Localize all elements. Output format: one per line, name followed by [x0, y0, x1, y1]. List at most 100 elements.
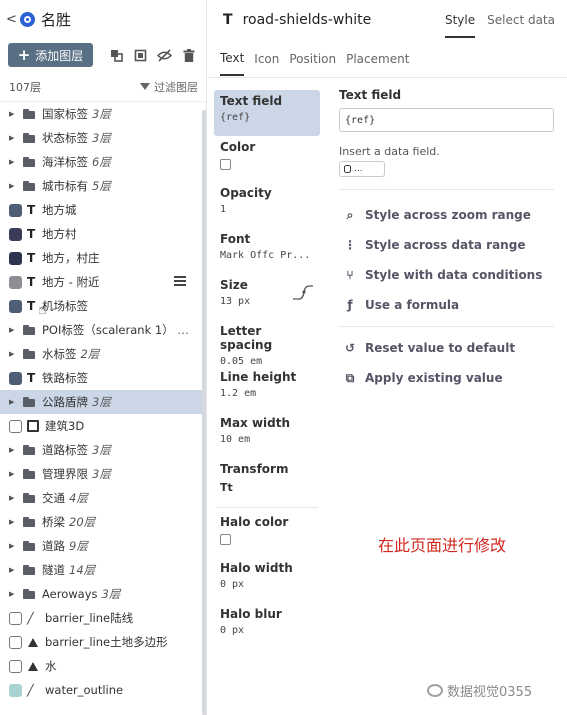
folder-icon [23, 325, 35, 335]
expand-caret-icon[interactable]: ▶ [9, 590, 19, 598]
prop-color[interactable]: Color [214, 136, 320, 182]
layer-row[interactable]: 建筑3D [0, 414, 206, 438]
layer-color-swatch[interactable] [9, 659, 22, 673]
layer-color-swatch[interactable] [9, 683, 22, 697]
layer-row[interactable]: T 地方城 [0, 198, 206, 222]
insert-data-field-button[interactable]: ... [339, 161, 385, 177]
layer-row[interactable]: T 地方，村庄 [0, 246, 206, 270]
layer-row[interactable]: ▶ Aeroways 3层 [0, 582, 206, 606]
duplicate-icon[interactable] [109, 48, 124, 63]
layer-row[interactable]: T 地方村 [0, 222, 206, 246]
halo-color-swatch[interactable] [220, 534, 231, 545]
layer-row[interactable]: T 机场标签 ☝ [0, 294, 206, 318]
tab-position[interactable]: Position [289, 52, 336, 66]
delete-icon[interactable] [181, 48, 196, 63]
layer-row[interactable]: ▶ 城市标有 5层 [0, 174, 206, 198]
layer-color-swatch[interactable] [9, 419, 22, 433]
expand-caret-icon[interactable]: ▶ [9, 398, 19, 406]
prop-transform[interactable]: Transform Tt [214, 458, 320, 504]
layer-row[interactable]: ▶ 海洋标签 6层 [0, 150, 206, 174]
layer-id[interactable]: road-shields-white [243, 12, 372, 28]
prop-line-height[interactable]: Line height 1.2 em [214, 366, 320, 412]
tab-text[interactable]: Text [220, 41, 245, 76]
prop-letter-spacing[interactable]: Letter spacing 0.05 em [214, 320, 320, 367]
prop-max-width[interactable]: Max width 10 em [214, 412, 320, 458]
prop-text-field[interactable]: Text field {ref} [214, 90, 320, 136]
layer-row[interactable]: ╱ barrier_line陆线 [0, 606, 206, 630]
layer-color-swatch[interactable] [9, 299, 22, 313]
prop-opacity[interactable]: Opacity 1 [214, 182, 320, 228]
layer-row[interactable]: ▶ 状态标签 3层 [0, 126, 206, 150]
prop-size[interactable]: Size 13 px [214, 274, 320, 320]
expand-caret-icon[interactable]: ▶ [9, 134, 19, 142]
filter-layers-button[interactable]: 过滤图层 [140, 79, 198, 95]
drag-handle-icon[interactable] [174, 276, 186, 286]
reset-default-button[interactable]: ↺ Reset value to default [339, 333, 554, 363]
style-name[interactable]: 名胜 [41, 9, 71, 30]
layer-row[interactable]: ▶ 管理界限 3层 [0, 462, 206, 486]
add-layer-label: 添加图层 [35, 48, 84, 63]
expand-caret-icon[interactable]: ▶ [9, 470, 19, 478]
filter-label: 过滤图层 [154, 80, 198, 94]
tab-placement[interactable]: Placement [346, 52, 409, 66]
prop-halo-width[interactable]: Halo width 0 px [214, 557, 320, 603]
tab-style[interactable]: Style [444, 2, 476, 38]
layer-color-swatch[interactable] [9, 251, 22, 265]
expand-caret-icon[interactable]: ▶ [9, 350, 19, 358]
layer-row[interactable]: ▶ POI标签（scalerank 1）… [0, 318, 206, 342]
tab-select-data[interactable]: Select data [487, 13, 555, 27]
layer-row[interactable]: ▶ 桥梁 20层 [0, 510, 206, 534]
layer-row[interactable]: ▶ 道路标签 3层 [0, 438, 206, 462]
layer-row[interactable]: ▶ 公路盾牌 3层 [0, 390, 206, 414]
expand-caret-icon[interactable]: ▶ [9, 158, 19, 166]
back-icon[interactable]: < [6, 12, 18, 27]
layer-row[interactable]: T 地方 - 附近 [0, 270, 206, 294]
layer-row[interactable]: ▶ 国家标签 3层 [0, 102, 206, 126]
action-label: Reset value to default [365, 341, 516, 355]
prop-halo-color[interactable]: Halo color [214, 511, 320, 557]
expand-caret-icon[interactable]: ▶ [9, 518, 19, 526]
apply-existing-button[interactable]: ⧉ Apply existing value [339, 363, 554, 393]
text-layer-icon: T [27, 275, 36, 289]
hide-icon[interactable] [157, 48, 172, 63]
color-swatch[interactable] [220, 159, 231, 170]
prop-name: Line height [220, 370, 297, 384]
divider [216, 507, 318, 508]
prop-value: 0 px [220, 579, 245, 590]
add-layer-button[interactable]: + 添加图层 [8, 43, 93, 67]
expand-caret-icon[interactable]: ▶ [9, 110, 19, 118]
layer-color-swatch[interactable] [9, 275, 22, 289]
expand-caret-icon[interactable]: ▶ [9, 566, 19, 574]
layer-row[interactable]: ▶ 交通 4层 [0, 486, 206, 510]
scrollbar-thumb[interactable] [202, 110, 206, 715]
layer-color-swatch[interactable] [9, 635, 22, 649]
layer-row[interactable]: 水 [0, 654, 206, 678]
expand-caret-icon[interactable]: ▶ [9, 326, 19, 334]
prop-halo-blur[interactable]: Halo blur 0 px [214, 603, 320, 649]
layer-color-swatch[interactable] [9, 227, 22, 241]
prop-font[interactable]: Font Mark Offc Pr... [214, 228, 320, 274]
style-across-zoom-button[interactable]: ⌕ Style across zoom range [339, 200, 554, 230]
expand-caret-icon[interactable]: ▶ [9, 494, 19, 502]
group-icon[interactable] [133, 48, 148, 63]
layer-color-swatch[interactable] [9, 203, 22, 217]
expand-caret-icon[interactable]: ▶ [9, 182, 19, 190]
use-formula-button[interactable]: ƒ Use a formula [339, 290, 554, 320]
layer-row[interactable]: T 铁路标签 [0, 366, 206, 390]
expand-caret-icon[interactable]: ▶ [9, 542, 19, 550]
layer-color-swatch[interactable] [9, 371, 22, 385]
tab-icon[interactable]: Icon [254, 52, 279, 66]
transform-icon: Tt [220, 481, 233, 494]
layer-row[interactable]: ▶ 道路 9层 [0, 534, 206, 558]
layer-row[interactable]: ╱ water_outline [0, 678, 206, 702]
layer-list: ▶ 国家标签 3层 ▶ 状态标签 3层 ▶ 海洋标签 6层 ▶ 城市标有 5层 T 地方城 T 地方村 T 地方，… [0, 102, 206, 702]
layer-row[interactable]: ▶ 水标签 2层 [0, 342, 206, 366]
style-with-conditions-button[interactable]: ⑂ Style with data conditions [339, 260, 554, 290]
layer-row[interactable]: barrier_line土地多边形 [0, 630, 206, 654]
layer-row[interactable]: ▶ 隧道 14层 [0, 558, 206, 582]
layer-color-swatch[interactable] [9, 611, 22, 625]
action-label: Style with data conditions [365, 268, 543, 282]
style-across-data-button[interactable]: ⋮ Style across data range [339, 230, 554, 260]
expand-caret-icon[interactable]: ▶ [9, 446, 19, 454]
text-field-input[interactable]: {ref} [339, 108, 554, 132]
